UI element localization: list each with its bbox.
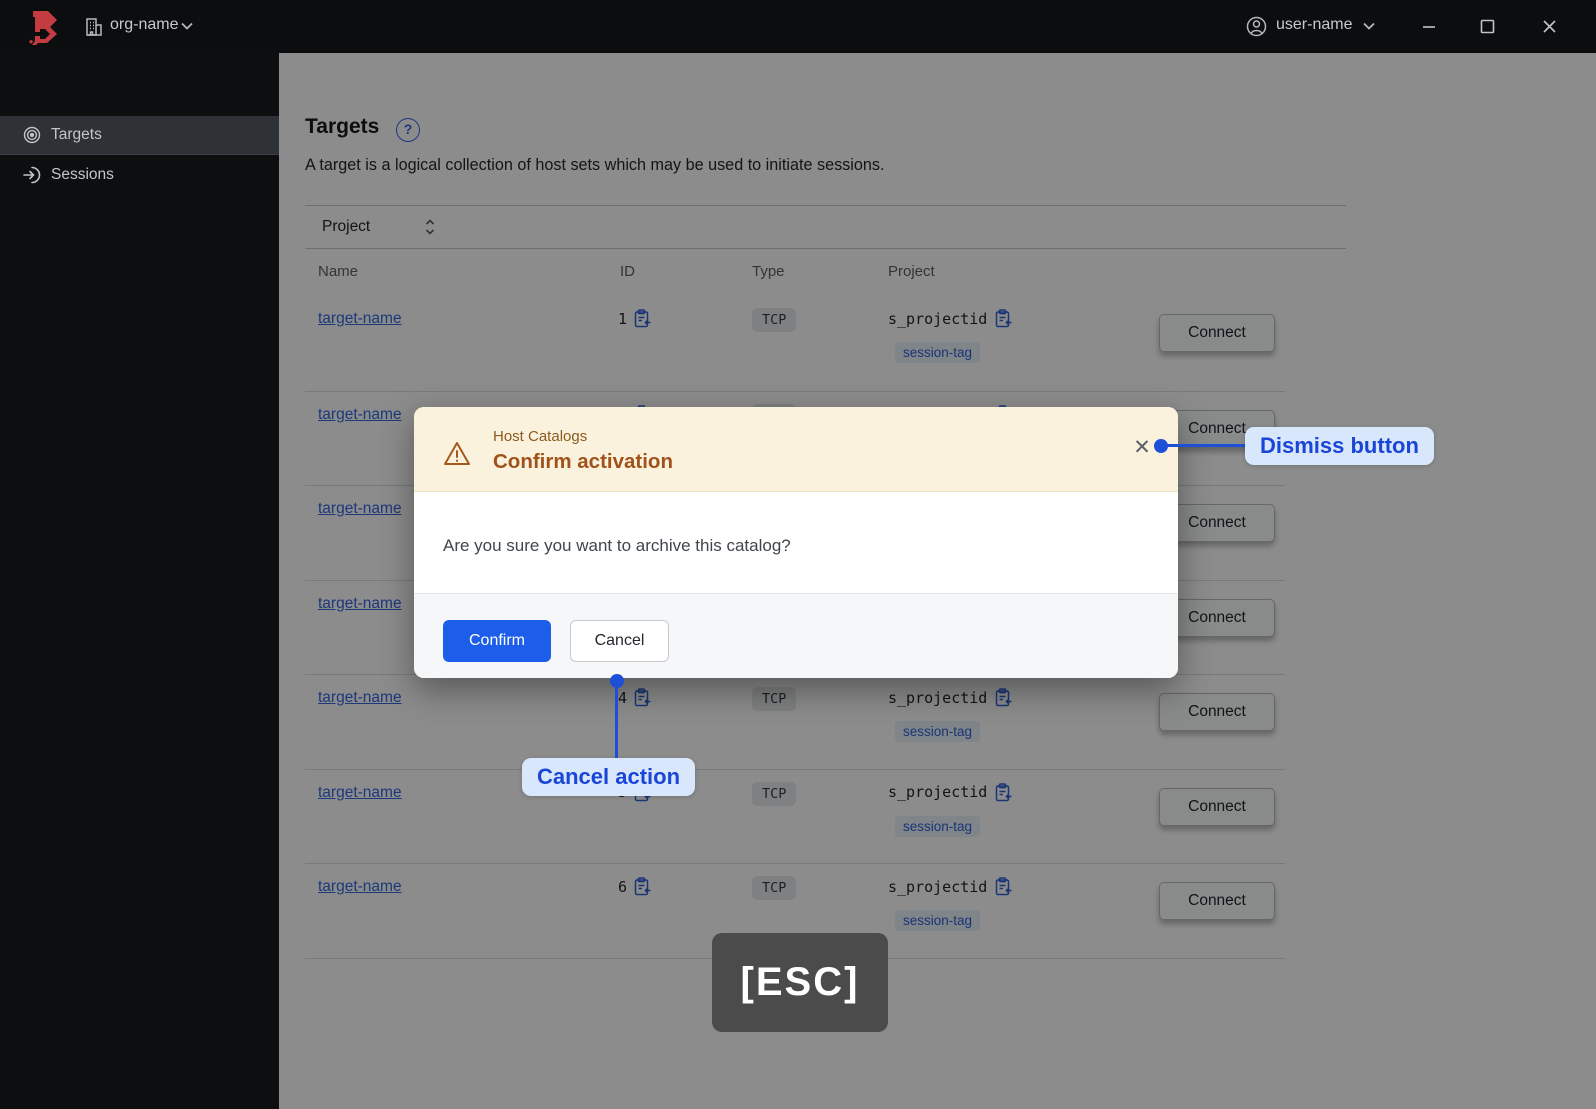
modal-header: Host Catalogs Confirm activation ✕	[414, 407, 1178, 492]
confirm-button[interactable]: Confirm	[443, 620, 551, 662]
user-avatar-icon	[1246, 16, 1267, 37]
session-sign-in-icon	[23, 166, 41, 183]
dismiss-annotation-line	[1161, 444, 1245, 447]
org-name-menu[interactable]: org-name	[110, 16, 178, 34]
window-maximize-button[interactable]	[1479, 18, 1496, 35]
window-close-button[interactable]	[1541, 18, 1558, 35]
dismiss-annotation-label: Dismiss button	[1245, 427, 1434, 465]
sidebar-item-targets[interactable]: Targets	[0, 116, 279, 155]
chevron-down-icon	[181, 22, 193, 30]
modal-kicker: Host Catalogs	[493, 428, 588, 445]
cancel-annotation-line	[615, 681, 618, 758]
chevron-down-icon	[1363, 22, 1375, 30]
sidebar-item-label: Sessions	[51, 165, 114, 183]
sidebar-item-label: Targets	[51, 126, 102, 143]
modal-footer: Confirm Cancel	[414, 593, 1178, 678]
modal-message: Are you sure you want to archive this ca…	[443, 536, 791, 555]
topbar: org-name user-name	[0, 0, 1596, 53]
confirm-modal: Host Catalogs Confirm activation ✕ Are y…	[414, 407, 1178, 678]
modal-title: Confirm activation	[493, 450, 673, 473]
close-icon[interactable]: ✕	[1128, 434, 1156, 462]
warning-triangle-icon	[444, 442, 470, 465]
sidebar: Targets Sessions	[0, 53, 279, 1109]
boundary-logo-icon	[28, 11, 57, 45]
org-building-icon	[86, 18, 102, 36]
cancel-annotation-label: Cancel action	[522, 758, 696, 796]
sidebar-item-sessions[interactable]: Sessions	[0, 155, 279, 194]
cancel-button[interactable]: Cancel	[570, 620, 669, 662]
modal-body: Are you sure you want to archive this ca…	[414, 492, 1178, 593]
esc-key-badge: [ESC]	[712, 933, 888, 1032]
window-minimize-button[interactable]	[1421, 19, 1437, 35]
user-name-menu[interactable]: user-name	[1276, 16, 1352, 34]
target-bullseye-icon	[23, 126, 41, 144]
